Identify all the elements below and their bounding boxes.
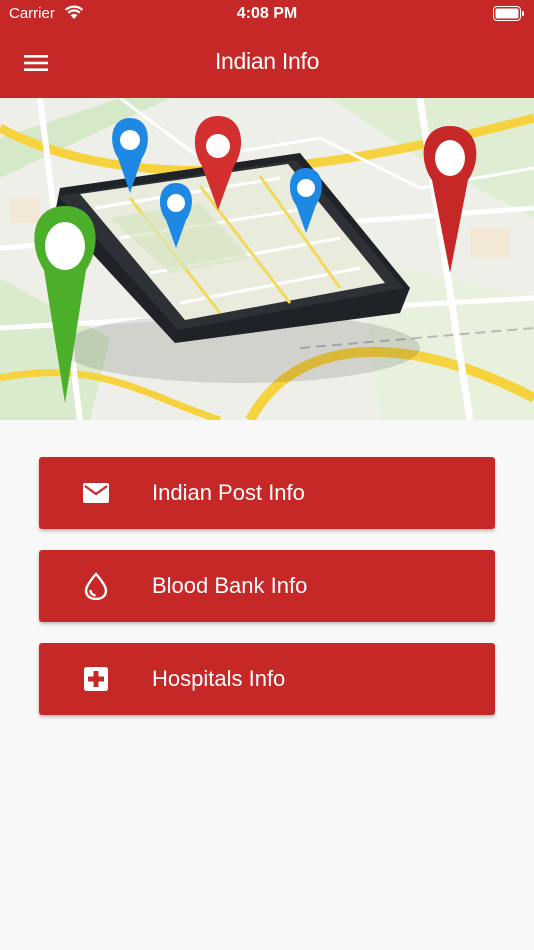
page-title: Indian Info xyxy=(214,48,320,74)
blood-drop-icon xyxy=(82,572,110,601)
blood-bank-info-button[interactable]: Blood Bank Info xyxy=(39,550,495,622)
battery-icon xyxy=(493,6,525,25)
hospitals-info-button[interactable]: Hospitals Info xyxy=(39,643,495,715)
hero-image xyxy=(0,98,534,420)
indian-post-info-label: Indian Post Info xyxy=(152,480,305,505)
clock: 4:08 PM xyxy=(236,5,298,22)
status-bar: Carrier 4:08 PM xyxy=(0,0,534,28)
indian-post-info-button[interactable]: Indian Post Info xyxy=(39,457,495,529)
mail-icon xyxy=(82,479,110,507)
hospitals-info-label: Hospitals Info xyxy=(152,666,286,691)
hospital-icon xyxy=(82,665,110,693)
app-header: Carrier 4:08 PM Indian Info xyxy=(0,0,534,98)
blood-bank-info-label: Blood Bank Info xyxy=(152,573,308,598)
